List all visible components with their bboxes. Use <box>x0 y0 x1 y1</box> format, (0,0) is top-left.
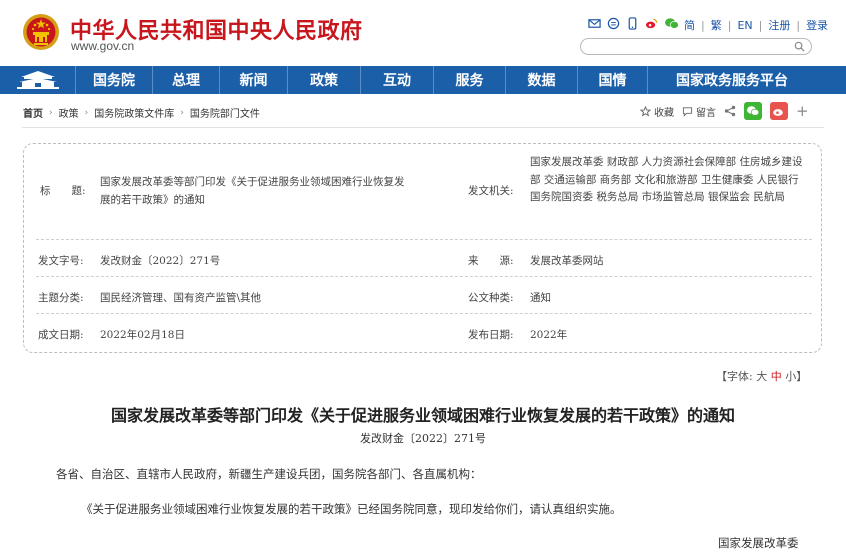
font-small-button[interactable]: 小 <box>785 370 796 383</box>
article-salutation: 各省、自治区、直辖市人民政府，新疆生产建设兵团，国务院各部门、各直属机构： <box>56 467 482 481</box>
article-signature: 国家发展改革委 <box>718 536 799 550</box>
breadcrumb-policy[interactable]: 政策 <box>59 105 79 120</box>
breadcrumb: 首页 › 政策 › 国务院政策文件库 › 国务院部门文件 <box>23 105 260 121</box>
chevron-right-icon: › <box>49 107 53 118</box>
topic-label: 主题分类: <box>38 292 84 304</box>
search-input[interactable] <box>580 38 812 55</box>
docno-value: 发改财金〔2022〕271号 <box>100 255 221 267</box>
tiananmen-home-icon[interactable] <box>0 66 76 94</box>
type-label: 公文种类: <box>468 292 514 304</box>
nav-item-services[interactable]: 服务 <box>434 66 506 94</box>
info-row-title: 标 题: 国家发展改革委等部门印发《关于促进服务业领域困难行业恢复发展的若干政策… <box>36 144 812 240</box>
written-date-value: 2022年02月18日 <box>100 329 185 341</box>
breadcrumb-policy-library[interactable]: 国务院政策文件库 <box>94 105 174 120</box>
source-label: 来 源: <box>468 255 514 267</box>
source-value: 发展改革委网站 <box>530 255 604 267</box>
simplified-chinese-link[interactable]: 简 <box>684 17 695 33</box>
title-label: 标 题: <box>40 185 86 197</box>
font-medium-button[interactable]: 中 <box>771 370 782 383</box>
issuer-value: 国家发展改革委 财政部 人力资源社会保障部 住房城乡建设部 交通运输部 商务部 … <box>530 156 803 203</box>
favorite-button[interactable]: 收藏 <box>640 104 674 119</box>
font-large-button[interactable]: 大 <box>756 370 767 383</box>
mail-icon[interactable] <box>588 17 601 30</box>
published-date-label: 发布日期: <box>468 329 514 341</box>
traditional-chinese-link[interactable]: 繁 <box>711 17 722 33</box>
english-link[interactable]: EN <box>737 19 752 32</box>
breadcrumb-department-docs[interactable]: 国务院部门文件 <box>190 105 260 120</box>
info-row-topic: 主题分类: 国民经济管理、国有资产监管\其他 公文种类: 通知 <box>36 277 812 314</box>
message-button[interactable]: 留言 <box>682 104 716 119</box>
register-link[interactable]: 注册 <box>768 17 790 33</box>
docno-label: 发文字号: <box>38 255 84 267</box>
nav-item-news[interactable]: 新闻 <box>220 66 288 94</box>
type-value: 通知 <box>530 292 551 304</box>
top-icon-bar <box>588 17 680 30</box>
national-emblem-icon[interactable] <box>22 12 60 52</box>
info-row-dates: 成文日期: 2022年02月18日 发布日期: 2022年 <box>36 314 812 352</box>
article-doc-number: 发改财金〔2022〕271号 <box>360 432 486 445</box>
breadcrumb-home[interactable]: 首页 <box>23 105 43 120</box>
divider <box>22 127 824 128</box>
wechat-icon[interactable] <box>664 17 680 30</box>
share-icon[interactable] <box>724 105 736 117</box>
more-share-icon[interactable]: + <box>796 102 809 120</box>
chevron-right-icon: › <box>84 107 89 118</box>
document-info-table: 标 题: 国家发展改革委等部门印发《关于促进服务业领域困难行业恢复发展的若干政策… <box>23 143 822 353</box>
mobile-icon[interactable] <box>626 17 639 30</box>
comment-icon <box>682 106 693 117</box>
topic-value: 国民经济管理、国有资产监管\其他 <box>100 292 262 304</box>
title-value: 国家发展改革委等部门印发《关于促进服务业领域困难行业恢复发展的若干政策》的通知 <box>100 176 405 206</box>
weibo-icon[interactable] <box>645 17 658 30</box>
issuer-label: 发文机关: <box>468 185 514 197</box>
nav-item-national-profile[interactable]: 国情 <box>578 66 648 94</box>
article-title: 国家发展改革委等部门印发《关于促进服务业领域困难行业恢复发展的若干政策》的通知 <box>110 406 735 425</box>
main-nav: 国务院 总理 新闻 政策 互动 服务 数据 国情 国家政务服务平台 <box>0 66 846 94</box>
nav-item-premier[interactable]: 总理 <box>153 66 220 94</box>
share-wechat-icon[interactable] <box>744 102 762 120</box>
star-icon <box>640 105 651 117</box>
chevron-right-icon: › <box>180 107 184 118</box>
language-login-links: 简 | 繁 | EN | 注册 | 登录 <box>684 17 829 33</box>
nav-item-interaction[interactable]: 互动 <box>361 66 434 94</box>
article-paragraph: 《关于促进服务业领域困难行业恢复发展的若干政策》已经国务院同意，现印发给你们，请… <box>81 502 622 516</box>
nav-item-service-platform[interactable]: 国家政务服务平台 <box>648 66 816 94</box>
published-date-value: 2022年 <box>530 329 568 341</box>
font-size-switcher: 【字体: 大 中 小】 <box>716 370 808 383</box>
site-header: 中华人民共和国中央人民政府 www.gov.cn 简 | 繁 | EN | 注册 | 登… <box>0 0 846 66</box>
search-icon[interactable] <box>794 41 805 52</box>
nav-item-state-council[interactable]: 国务院 <box>76 66 153 94</box>
info-row-docno: 发文字号: 发改财金〔2022〕271号 来 源: 发展改革委网站 <box>36 240 812 277</box>
login-link[interactable]: 登录 <box>806 17 828 33</box>
article-tools: 收藏 留言 + <box>640 102 809 120</box>
share-weibo-icon[interactable] <box>770 102 788 120</box>
nav-item-policy[interactable]: 政策 <box>288 66 361 94</box>
written-date-label: 成文日期: <box>38 329 84 341</box>
site-url: www.gov.cn <box>71 39 135 53</box>
chat-bubble-icon[interactable] <box>607 17 620 30</box>
nav-item-data[interactable]: 数据 <box>506 66 578 94</box>
